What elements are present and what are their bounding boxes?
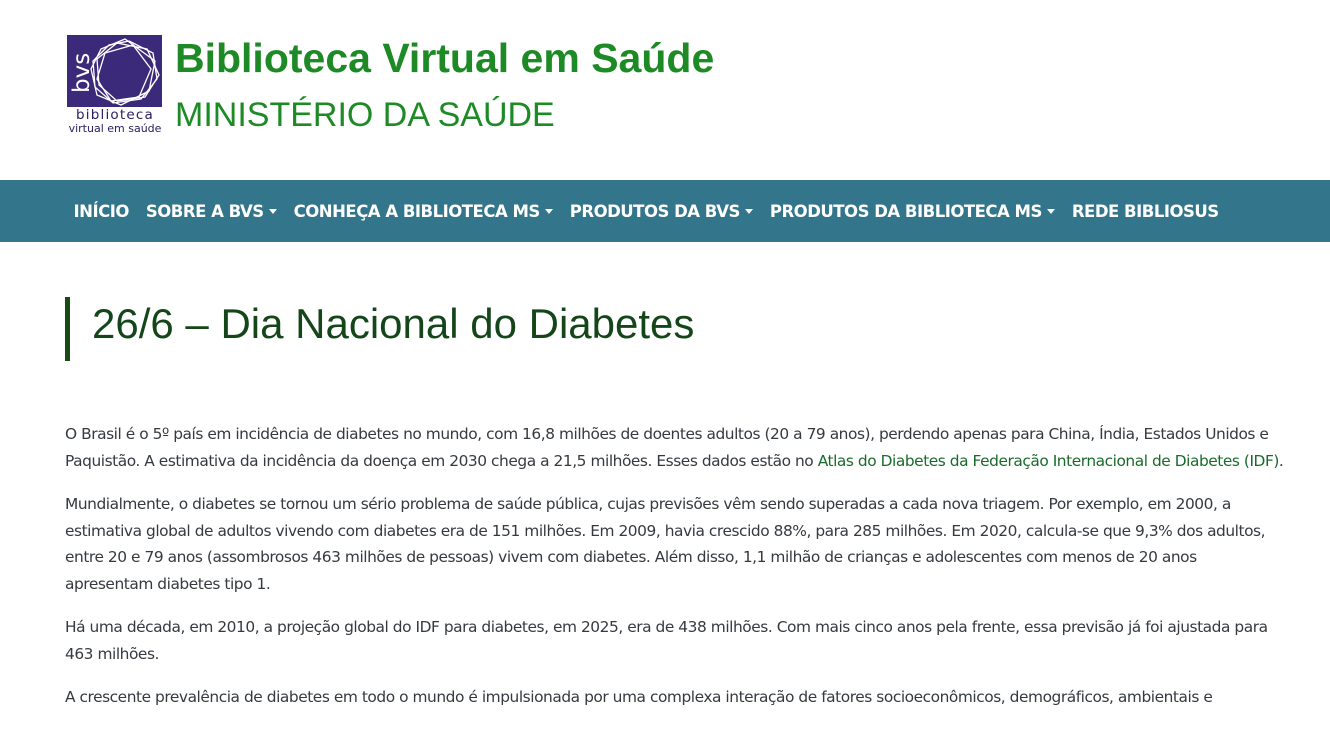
nav-item-label: INÍCIO — [73, 201, 130, 221]
caret-down-icon — [1046, 208, 1055, 214]
atlas-idf-link[interactable]: Atlas do Diabetes da Federação Internaci… — [818, 452, 1280, 470]
logo-text-virtual-em-saude: virtual em saúde — [68, 122, 162, 135]
nav-item-produtos-da-bvs[interactable]: PRODUTOS DA BVS — [561, 180, 761, 242]
bvs-logo-icon: bvs — [67, 35, 162, 107]
article-title: 26/6 – Dia Nacional do Diabetes — [65, 297, 694, 361]
site-header: bvs biblioteca virtual em saúde Bibliote… — [0, 0, 1330, 180]
nav-item-conheca-a-biblioteca-ms[interactable]: CONHEÇA A BIBLIOTECA MS — [285, 180, 561, 242]
main-navigation: INÍCIO SOBRE A BVS CONHEÇA A BIBLIOTECA … — [0, 180, 1330, 242]
nav-item-label: REDE BIBLIOSUS — [1071, 201, 1219, 221]
article-body: O Brasil é o 5º país em incidência de di… — [65, 421, 1287, 728]
article-paragraph: A crescente prevalência de diabetes em t… — [65, 688, 1213, 706]
article-paragraph: Mundialmente, o diabetes se tornou um sé… — [65, 495, 1266, 593]
nav-item-label: PRODUTOS DA BIBLIOTECA MS — [769, 201, 1042, 221]
logo-mark-text: bvs — [69, 53, 95, 93]
nav-item-label: SOBRE A BVS — [145, 201, 264, 221]
caret-down-icon — [268, 208, 277, 214]
nav-item-label: PRODUTOS DA BVS — [569, 201, 741, 221]
nav-item-label: CONHEÇA A BIBLIOTECA MS — [293, 201, 541, 221]
nav-item-rede-bibliosus[interactable]: REDE BIBLIOSUS — [1063, 180, 1227, 242]
paragraph-text: . — [1278, 451, 1284, 470]
article-paragraph: O Brasil é o 5º país em incidência de di… — [65, 421, 1287, 474]
logo-text-biblioteca: biblioteca — [76, 107, 154, 123]
logo-link[interactable]: bvs biblioteca virtual em saúde — [67, 35, 163, 137]
nav-item-produtos-da-biblioteca-ms[interactable]: PRODUTOS DA BIBLIOTECA MS — [761, 180, 1063, 242]
nav-item-inicio[interactable]: INÍCIO — [65, 180, 137, 242]
nav-item-sobre-a-bvs[interactable]: SOBRE A BVS — [137, 180, 285, 242]
site-title[interactable]: Biblioteca Virtual em Saúde — [175, 33, 714, 83]
site-subtitle: MINISTÉRIO DA SAÚDE — [175, 96, 555, 134]
caret-down-icon — [744, 208, 753, 214]
article-paragraph: Há uma década, em 2010, a projeção globa… — [65, 618, 1268, 663]
caret-down-icon — [544, 208, 553, 214]
